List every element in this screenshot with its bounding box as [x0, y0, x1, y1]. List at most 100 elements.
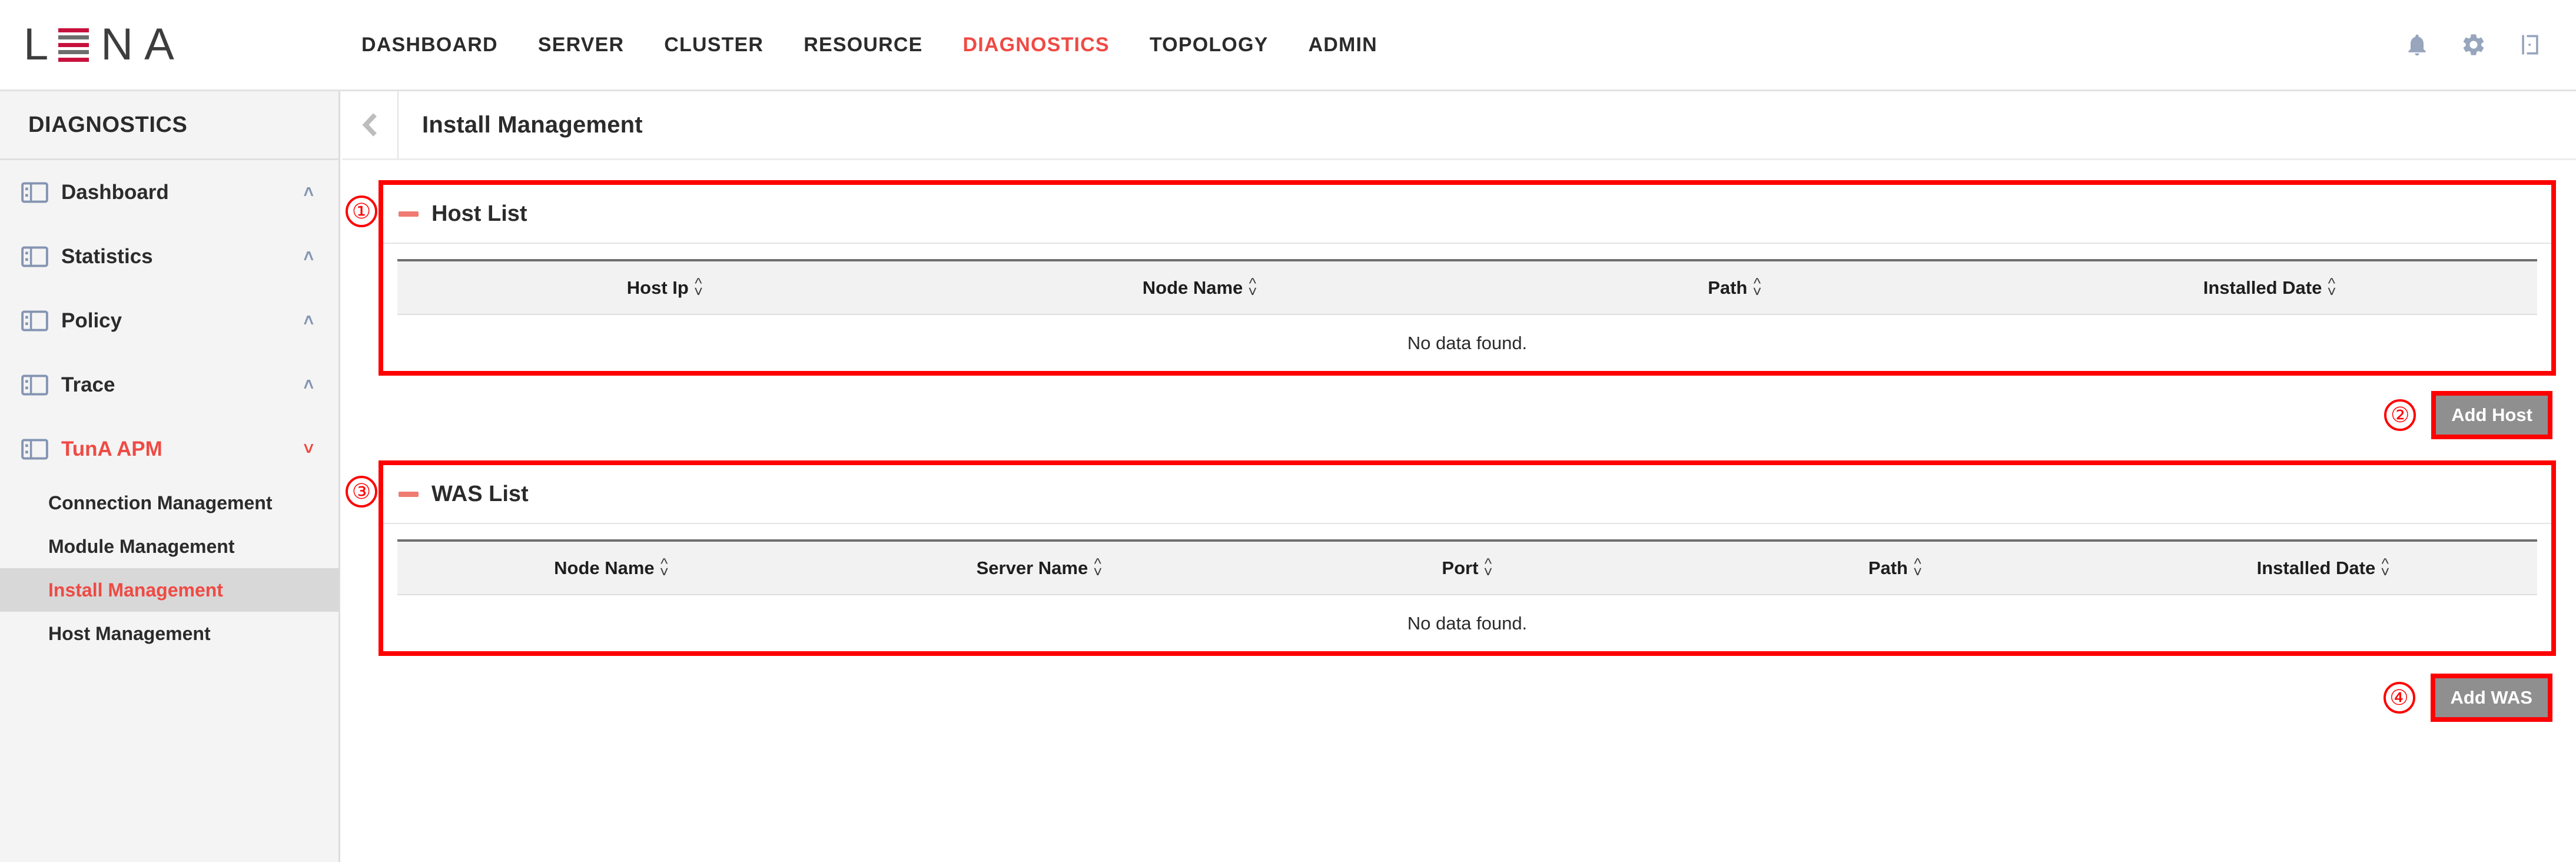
host-list-title: Host List: [431, 201, 527, 226]
host-list-table: Host Ip ^ ˅ Node Name ^ ˅ Path ^ ˅ Installed D…: [397, 259, 2537, 371]
chevron-up-icon: ˄: [303, 374, 314, 394]
collapse-minus-icon[interactable]: [399, 211, 419, 217]
host-list-empty-message: No data found.: [397, 314, 2537, 371]
logo-letter-l: L: [24, 19, 49, 69]
column-header-path[interactable]: Path ^ ˅: [1467, 259, 2003, 315]
main-navigation: DASHBOARD SERVER CLUSTER RESOURCE DIAGNO…: [341, 0, 2404, 91]
was-list-table-body: No data found.: [397, 595, 2537, 651]
sidebar-item-label: Dashboard: [61, 180, 169, 204]
was-list-empty-message: No data found.: [397, 595, 2537, 651]
was-list-panel-body: Node Name ^ ˅ Server Name ^ ˅ Port ^ ˅ Path ^ ˅ …: [383, 524, 2551, 651]
sort-icon: ^ ˅: [693, 274, 703, 300]
column-header-port[interactable]: Port ^ ˅: [1253, 539, 1681, 595]
lena-logo: L N A: [24, 19, 175, 69]
was-list-table: Node Name ^ ˅ Server Name ^ ˅ Port ^ ˅ Path ^ ˅ …: [397, 539, 2537, 651]
gear-icon[interactable]: [2461, 32, 2487, 58]
chevron-left-icon: [362, 113, 377, 137]
header-icon-group: [2404, 32, 2576, 58]
logo-e-bars-icon: [58, 28, 89, 62]
was-list-panel: WAS List Node Name ^ ˅ Server Name ^ ˅ Port ^…: [379, 460, 2556, 656]
column-header-installed-date[interactable]: Installed Date ^ ˅: [2002, 259, 2537, 315]
was-list-section: ③ WAS List Node Name ^ ˅ Server Name ^ ˅ Por…: [346, 460, 2556, 656]
top-header: L N A DASHBOARD SERVER CLUSTER RESOURCE …: [0, 0, 2576, 91]
column-label: Node Name: [554, 557, 655, 578]
sidebar-subitem-module-management[interactable]: Module Management: [0, 525, 338, 568]
collapse-minus-icon[interactable]: [399, 491, 419, 497]
sidebar-collapse-button[interactable]: [342, 90, 399, 160]
sort-icon: ^ ˅: [1752, 274, 1762, 300]
column-label: Installed Date: [2256, 557, 2376, 578]
column-header-installed-date[interactable]: Installed Date ^ ˅: [2109, 539, 2537, 595]
add-host-button[interactable]: Add Host: [2436, 396, 2548, 435]
sort-icon: ^ ˅: [659, 554, 669, 581]
layout-panel-icon: [21, 438, 48, 460]
page-title: Install Management: [422, 111, 643, 138]
annotation-marker-4: ④: [2383, 682, 2415, 714]
logout-icon[interactable]: [2517, 32, 2543, 58]
was-list-title: WAS List: [431, 481, 529, 506]
column-label: Installed Date: [2203, 277, 2322, 298]
bell-icon[interactable]: [2404, 32, 2430, 58]
column-header-node-name[interactable]: Node Name ^ ˅: [932, 259, 1468, 315]
layout-panel-icon: [21, 374, 48, 396]
nav-item-dashboard[interactable]: DASHBOARD: [341, 0, 518, 91]
host-list-table-body: No data found.: [397, 314, 2537, 371]
sidebar-item-trace[interactable]: Trace ˄: [0, 353, 338, 417]
sidebar-item-dashboard[interactable]: Dashboard ˄: [0, 160, 338, 224]
add-was-row: ④ Add WAS: [342, 674, 2552, 722]
column-label: Path: [1708, 277, 1748, 298]
layout-panel-icon: [21, 181, 48, 203]
host-list-panel-body: Host Ip ^ ˅ Node Name ^ ˅ Path ^ ˅ Installed D…: [383, 244, 2551, 371]
sidebar: DIAGNOSTICS Dashboard ˄ Statistics ˄ Pol…: [0, 91, 340, 862]
logo-letters-na: N A: [101, 19, 175, 69]
column-label: Host Ip: [626, 277, 689, 298]
sidebar-subitem-install-management[interactable]: Install Management: [0, 568, 338, 612]
was-list-table-head: Node Name ^ ˅ Server Name ^ ˅ Port ^ ˅ Path ^ ˅ …: [397, 539, 2537, 595]
add-host-annotation-box: Add Host: [2431, 391, 2552, 439]
sidebar-subitem-host-management[interactable]: Host Management: [0, 612, 338, 655]
nav-item-admin[interactable]: ADMIN: [1288, 0, 1397, 91]
nav-item-diagnostics[interactable]: DIAGNOSTICS: [942, 0, 1129, 91]
table-header-row: Host Ip ^ ˅ Node Name ^ ˅ Path ^ ˅ Installed D…: [397, 259, 2537, 315]
sidebar-item-label: Statistics: [61, 244, 153, 268]
empty-row: No data found.: [397, 595, 2537, 651]
sidebar-item-policy[interactable]: Policy ˄: [0, 289, 338, 353]
host-list-panel-header: Host List: [383, 185, 2551, 244]
host-list-table-head: Host Ip ^ ˅ Node Name ^ ˅ Path ^ ˅ Installed D…: [397, 259, 2537, 315]
sidebar-item-label: Trace: [61, 373, 115, 396]
column-header-path[interactable]: Path ^ ˅: [1681, 539, 2109, 595]
empty-row: No data found.: [397, 314, 2537, 371]
column-header-server-name[interactable]: Server Name ^ ˅: [825, 539, 1253, 595]
sort-icon: ^ ˅: [1248, 274, 1257, 300]
sort-icon: ^ ˅: [2327, 274, 2336, 300]
sidebar-item-label: Policy: [61, 309, 122, 332]
sort-icon: ^ ˅: [1913, 554, 1923, 581]
annotation-marker-3: ③: [346, 476, 377, 508]
table-header-row: Node Name ^ ˅ Server Name ^ ˅ Port ^ ˅ Path ^ ˅ …: [397, 539, 2537, 595]
nav-item-server[interactable]: SERVER: [518, 0, 644, 91]
sidebar-item-statistics[interactable]: Statistics ˄: [0, 224, 338, 289]
annotation-marker-2: ②: [2384, 399, 2416, 431]
column-header-host-ip[interactable]: Host Ip ^ ˅: [397, 259, 932, 315]
sidebar-title: DIAGNOSTICS: [0, 91, 338, 160]
chevron-down-icon: ˅: [303, 439, 314, 459]
nav-item-cluster[interactable]: CLUSTER: [644, 0, 784, 91]
column-label: Port: [1442, 557, 1479, 578]
add-was-button[interactable]: Add WAS: [2435, 678, 2548, 717]
sidebar-item-tuna-apm[interactable]: TunA APM ˅: [0, 417, 338, 481]
nav-item-topology[interactable]: TOPOLOGY: [1130, 0, 1289, 91]
layout-panel-icon: [21, 246, 48, 267]
nav-item-resource[interactable]: RESOURCE: [784, 0, 942, 91]
sort-icon: ^ ˅: [2381, 554, 2390, 581]
annotation-marker-1: ①: [346, 195, 377, 227]
sidebar-subitem-connection-management[interactable]: Connection Management: [0, 481, 338, 525]
breadcrumb: Install Management: [342, 90, 2576, 160]
sort-icon: ^ ˅: [1093, 554, 1103, 581]
column-label: Server Name: [976, 557, 1088, 578]
chevron-up-icon: ˄: [303, 246, 314, 266]
host-list-section: ① Host List Host Ip ^ ˅ Node Name ^ ˅ Path ^ ˅…: [346, 180, 2556, 376]
brand-logo[interactable]: L N A: [0, 0, 341, 91]
column-header-node-name[interactable]: Node Name ^ ˅: [397, 539, 825, 595]
add-was-annotation-box: Add WAS: [2430, 674, 2552, 722]
column-label: Node Name: [1142, 277, 1243, 298]
